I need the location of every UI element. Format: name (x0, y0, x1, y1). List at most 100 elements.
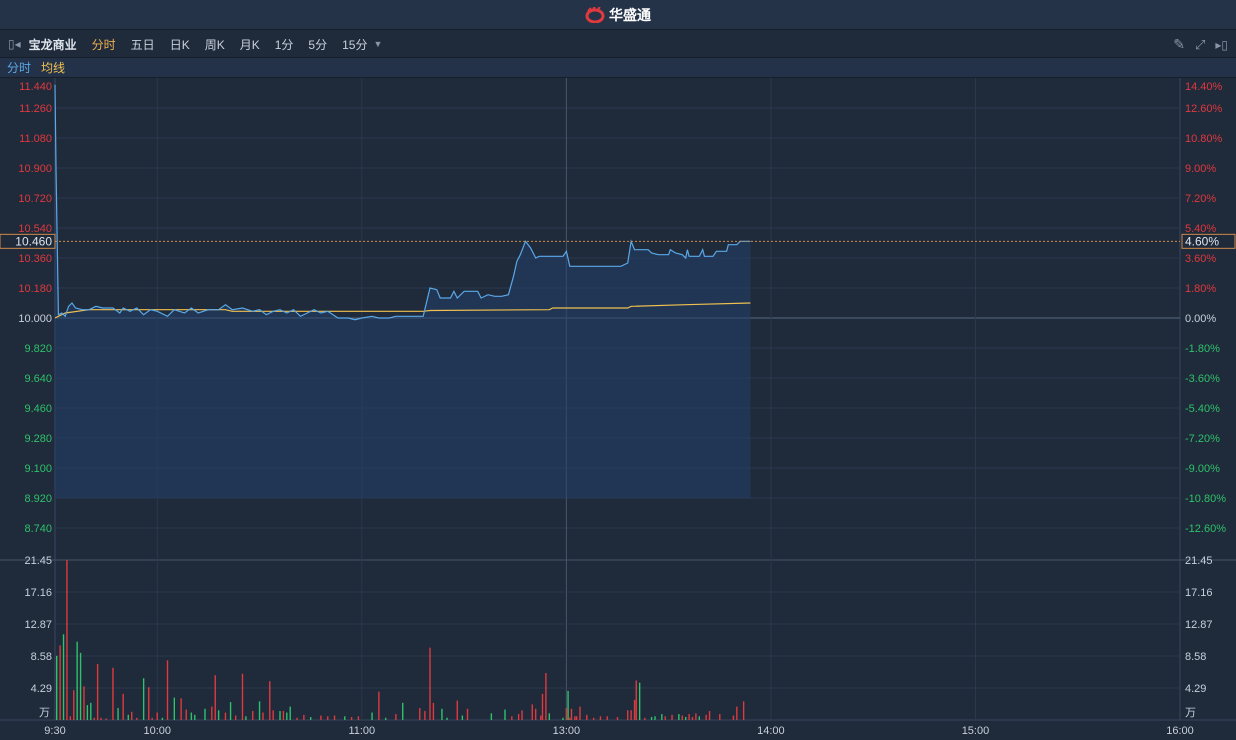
volume-bar (708, 711, 711, 720)
legend-price: 分时 (7, 61, 32, 75)
volume-bar (327, 716, 329, 720)
tab-1min[interactable]: 1分 (275, 36, 294, 53)
volume-bar (567, 690, 569, 720)
volume-bar (671, 714, 673, 720)
volume-bar (180, 698, 182, 720)
volume-bar (286, 712, 288, 720)
volume-bar (395, 714, 397, 720)
volume-bar (296, 717, 298, 720)
volume-bar (504, 709, 506, 720)
legend-avg: 均线 (41, 61, 66, 75)
pct-tick-label: 14.40% (1185, 81, 1223, 93)
app-logo: 华盛通 (585, 5, 651, 25)
volume-unit-label: 万 (39, 707, 50, 719)
price-tick-label: 10.540 (18, 223, 52, 235)
app-header: 华盛通 (0, 0, 1236, 30)
volume-bar (166, 660, 169, 720)
pencil-icon[interactable]: ✎ (1173, 36, 1185, 53)
volume-bar (282, 711, 285, 720)
volume-bar (545, 673, 547, 720)
volume-bar (541, 693, 544, 720)
tab-daily-k[interactable]: 日K (170, 36, 190, 53)
time-tick-label: 9:30 (44, 725, 65, 737)
volume-bar (122, 693, 124, 720)
volume-bar (517, 714, 520, 720)
volume-bar (333, 715, 336, 720)
pct-tick-label: -10.80% (1185, 493, 1226, 505)
volume-bar (204, 708, 206, 720)
volume-bar (633, 699, 636, 720)
volume-bar (320, 715, 322, 720)
volume-tick-label: 4.29 (31, 683, 52, 695)
tab-monthly-k[interactable]: 月K (240, 36, 260, 53)
tab-intraday[interactable]: 分时 (92, 36, 116, 53)
volume-tick-label-right: 17.16 (1185, 587, 1213, 599)
fullscreen-icon[interactable]: ⤢ (1195, 37, 1205, 53)
volume-bar (531, 704, 533, 720)
time-tick-label: 13:00 (553, 725, 581, 737)
price-tick-label: 9.280 (24, 433, 52, 445)
volume-bar (127, 714, 129, 720)
volume-bar (424, 711, 426, 720)
intraday-chart[interactable]: 11.440 14.40% 11.260 12.60% 11.080 10.80% 10.9… (0, 78, 1236, 740)
volume-bar (241, 673, 244, 720)
volume-bar (224, 712, 227, 720)
volume-bar (419, 708, 421, 720)
pct-tick-label: 1.80% (1185, 283, 1216, 295)
volume-bar (599, 716, 602, 720)
volume-bar (303, 714, 305, 720)
pct-tick-label: 12.60% (1185, 103, 1223, 115)
volume-bar (142, 678, 145, 720)
volume-bar (93, 717, 95, 720)
volume-bar (432, 702, 435, 720)
volume-bar (565, 708, 568, 720)
volume-bar (66, 560, 68, 720)
volume-bar (90, 702, 92, 720)
volume-bar (691, 717, 694, 720)
legend: 分时 均线 (0, 58, 1236, 78)
collapse-left-icon[interactable]: ▯◂ (8, 37, 21, 51)
volume-bar (350, 717, 353, 720)
pct-tick-label: -1.80% (1185, 343, 1220, 355)
volume-bar (592, 717, 595, 720)
current-pct-label: 4.60% (1185, 234, 1219, 248)
pct-tick-label: -12.60% (1185, 523, 1226, 535)
logo-icon (585, 6, 605, 23)
pct-tick-label: 0.00% (1185, 313, 1216, 325)
volume-unit-label-right: 万 (1185, 707, 1196, 719)
tab-5min[interactable]: 5分 (308, 36, 327, 53)
pct-tick-label: -7.20% (1185, 433, 1220, 445)
volume-bar (678, 714, 680, 720)
volume-bar (384, 717, 387, 720)
volume-bar (62, 634, 65, 720)
period-dropdown-icon[interactable]: ▼ (373, 39, 382, 49)
collapse-right-icon[interactable]: ▸▯ (1215, 38, 1228, 52)
volume-bar (719, 714, 721, 720)
volume-bar (357, 716, 360, 720)
volume-bar (136, 717, 138, 720)
volume-bar (402, 702, 404, 720)
tab-15min[interactable]: 15分 (342, 36, 367, 53)
price-tick-label: 10.000 (18, 313, 52, 325)
volume-bar (644, 717, 646, 720)
volume-bar (69, 716, 72, 720)
volume-bar (635, 680, 637, 720)
volume-bar (429, 647, 431, 720)
volume-bar (194, 714, 196, 720)
volume-bar (131, 711, 133, 720)
volume-bar (466, 708, 469, 720)
volume-bar (245, 716, 247, 720)
volume-bar (534, 708, 537, 720)
logo-text: 华盛通 (609, 6, 651, 23)
volume-bar (684, 717, 687, 720)
volume-bar (654, 716, 656, 720)
tab-weekly-k[interactable]: 周K (205, 36, 225, 53)
price-tick-label: 9.460 (24, 403, 52, 415)
volume-bar (705, 714, 707, 720)
volume-bar (269, 681, 271, 720)
volume-bar (446, 717, 448, 720)
volume-bar (378, 691, 380, 720)
time-tick-label: 14:00 (757, 725, 785, 737)
pct-tick-label: 5.40% (1185, 223, 1216, 235)
tab-five-day[interactable]: 五日 (131, 36, 155, 53)
